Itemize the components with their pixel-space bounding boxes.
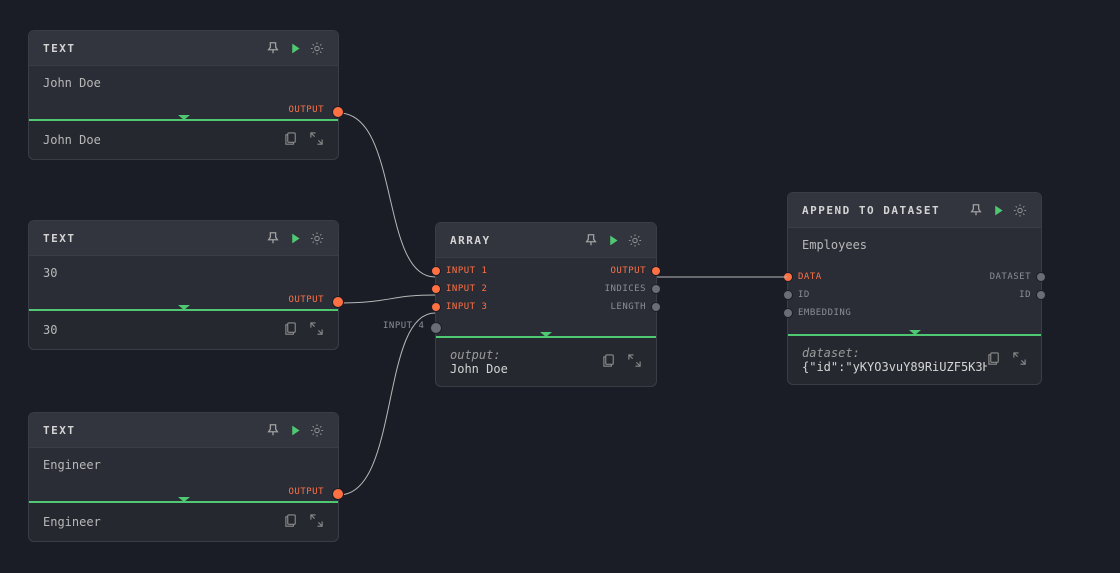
copy-icon[interactable] [284,513,299,531]
array-node[interactable]: ARRAY INPUT 1 INPUT 2 [435,222,657,387]
gear-icon[interactable] [628,233,642,247]
output-port[interactable]: OUTPUT [605,262,656,280]
length-port[interactable]: LENGTH [605,298,656,316]
play-icon[interactable] [606,233,620,247]
input-4-label: INPUT 4 [383,321,424,331]
append-dataset-node[interactable]: APPEND TO DATASET Employees DATA ID [787,192,1042,385]
output-port[interactable] [332,106,344,118]
expand-icon[interactable] [627,353,642,371]
gear-icon[interactable] [1013,203,1027,217]
copy-icon[interactable] [284,321,299,339]
node-title: TEXT [43,42,76,55]
node-canvas[interactable]: TEXT John Doe OUTPUT John Doe TEXT [0,0,1120,573]
output-port[interactable] [332,296,344,308]
play-icon[interactable] [288,231,302,245]
node-title: ARRAY [450,234,491,247]
embedding-port[interactable]: EMBEDDING [788,304,851,322]
divider [788,334,1041,336]
node-footer: output: John Doe [436,338,656,386]
play-icon[interactable] [288,41,302,55]
node-header[interactable]: TEXT [29,413,338,448]
divider [29,119,338,121]
node-header[interactable]: TEXT [29,31,338,66]
input-1-port[interactable]: INPUT 1 [436,262,487,280]
node-footer: John Doe [29,121,338,159]
node-header[interactable]: ARRAY [436,223,656,258]
gear-icon[interactable] [310,41,324,55]
node-footer: Engineer [29,503,338,541]
copy-icon[interactable] [987,351,1002,369]
node-title: APPEND TO DATASET [802,204,940,217]
node-footer: dataset: {"id":"yKYO3vuY89RiUZF5K3H6a","… [788,336,1041,384]
expand-icon[interactable] [309,321,324,339]
divider [436,336,656,338]
gear-icon[interactable] [310,231,324,245]
node-body: John Doe [29,66,338,102]
copy-icon[interactable] [284,131,299,149]
node-body: Employees [788,228,1041,264]
ports: INPUT 1 INPUT 2 INPUT 3 OUTPUT [436,258,656,320]
expand-icon[interactable] [309,131,324,149]
header-icons [266,231,324,245]
dataset-port[interactable]: DATASET [990,268,1041,286]
expand-icon[interactable] [1012,351,1027,369]
input-2-port[interactable]: INPUT 2 [436,280,487,298]
node-body: 30 [29,256,338,292]
text-node-1[interactable]: TEXT John Doe OUTPUT John Doe [28,30,339,160]
data-port[interactable]: DATA [788,268,851,286]
pin-icon[interactable] [266,41,280,55]
pin-icon[interactable] [584,233,598,247]
copy-icon[interactable] [602,353,617,371]
divider [29,309,338,311]
play-icon[interactable] [991,203,1005,217]
header-icons [584,233,642,247]
id-input-port[interactable]: ID [788,286,851,304]
node-header[interactable]: APPEND TO DATASET [788,193,1041,228]
input-3-port[interactable]: INPUT 3 [436,298,487,316]
id-output-port[interactable]: ID [990,286,1041,304]
node-title: TEXT [43,232,76,245]
pin-icon[interactable] [266,423,280,437]
node-header[interactable]: TEXT [29,221,338,256]
header-icons [266,41,324,55]
pin-icon[interactable] [266,231,280,245]
ports: DATA ID EMBEDDING DATASET [788,264,1041,326]
pin-icon[interactable] [969,203,983,217]
play-icon[interactable] [288,423,302,437]
header-icons [266,423,324,437]
text-node-3[interactable]: TEXT Engineer OUTPUT Engineer [28,412,339,542]
indices-port[interactable]: INDICES [605,280,656,298]
node-body: Engineer [29,448,338,484]
gear-icon[interactable] [310,423,324,437]
expand-icon[interactable] [309,513,324,531]
header-icons [969,203,1027,217]
text-node-2[interactable]: TEXT 30 OUTPUT 30 [28,220,339,350]
divider [29,501,338,503]
output-port[interactable] [332,488,344,500]
input-4-port[interactable] [430,322,442,334]
node-title: TEXT [43,424,76,437]
node-footer: 30 [29,311,338,349]
